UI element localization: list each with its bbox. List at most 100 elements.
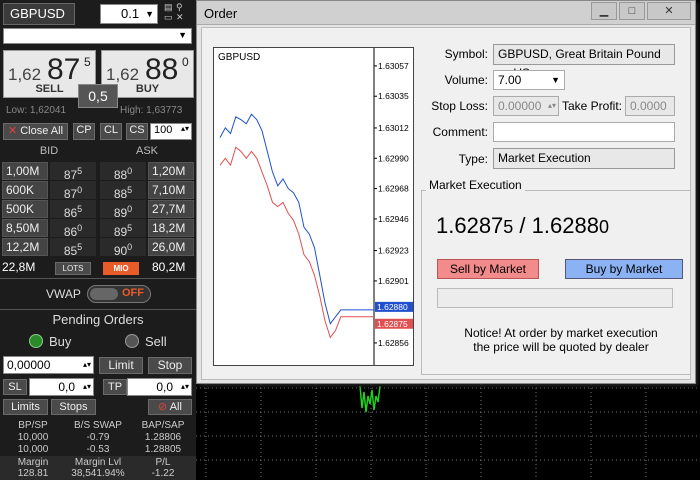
stats-value: 10,000 [17, 444, 49, 455]
bid-price-pip: 5 [77, 242, 83, 252]
bid-volume[interactable]: 500K [2, 200, 48, 218]
stop-button[interactable]: Stop [148, 357, 192, 374]
symbol-selector[interactable]: GBPUSD [3, 3, 75, 25]
ask-price-pip: 0 [127, 166, 133, 176]
stop-loss-input[interactable]: 0.00000 ▴▾ [493, 96, 559, 116]
total-bid-volume: 22,8M [2, 260, 36, 274]
tp-input[interactable]: 0,0 ▴▾ [127, 378, 192, 396]
bid-volume[interactable]: 8,50M [2, 219, 48, 237]
sell-price-pip: 5 [84, 55, 91, 69]
pending-orders-title: Pending Orders [52, 312, 144, 327]
ask-price[interactable]: 880 [100, 162, 146, 182]
notice-line-2: the price will be quoted by dealer [473, 340, 649, 354]
bid-price[interactable]: 855 [50, 238, 96, 258]
mio-button[interactable]: MIO [103, 262, 139, 275]
bid-volume[interactable]: 12,2M [2, 238, 48, 256]
bid-volume[interactable]: 600K [2, 181, 48, 199]
minimize-icon[interactable]: ▁ [591, 2, 617, 20]
comment-label: Comment: [432, 125, 488, 139]
vwap-toggle[interactable]: OFF [87, 285, 151, 303]
tp-button[interactable]: TP [103, 379, 127, 395]
sell-radio[interactable] [125, 334, 139, 348]
stats-value: -0.79 [86, 432, 110, 443]
cs-value-input[interactable]: 100 ▴▾ [150, 123, 192, 140]
sl-input[interactable]: 0,0 ▴▾ [29, 378, 94, 396]
volume-combo[interactable]: 7.00 ▼ [493, 70, 565, 90]
depth-row: 12,2M 855 900 26,0M [0, 238, 196, 258]
toggle-knob [90, 288, 118, 300]
high-price: High: 1,63773 [120, 105, 183, 116]
symbol-combo[interactable]: GBPUSD, Great Britain Pound vs US [493, 44, 675, 80]
stops-button[interactable]: Stops [51, 399, 96, 415]
footer-value: 38,541.94% [71, 468, 125, 479]
volume-value: 7.00 [498, 73, 522, 87]
cl-button[interactable]: CL [100, 123, 122, 140]
ask-volume[interactable]: 18,2M [148, 219, 194, 237]
ask-price-pip: 5 [127, 185, 133, 195]
limit-button[interactable]: Limit [99, 357, 143, 374]
footer-header: P/L [155, 457, 171, 468]
order-dialog: Order ▁ □ ✕ GBPUSD 1.63057 1.63035 1.63012 1… [196, 0, 696, 384]
bid-price-pip: 5 [503, 217, 514, 237]
low-price: Low: 1,62041 [6, 105, 67, 116]
cancel-all-button[interactable]: ⊘ All [148, 399, 192, 415]
ask-volume[interactable]: 7,10M [148, 181, 194, 199]
close-icon[interactable]: ✕ [176, 12, 184, 23]
bid-price[interactable]: 865 [50, 200, 96, 220]
close-all-button[interactable]: ✕ Close All [3, 123, 68, 140]
bid-volume[interactable]: 1,00M [2, 162, 48, 180]
sell-radio-label: Sell [145, 334, 167, 349]
sell-price-prefix: 1,62 [8, 65, 42, 84]
buy-price-prefix: 1,62 [106, 65, 140, 84]
bid-price[interactable]: 875 [50, 162, 96, 182]
cs-button[interactable]: CS [126, 123, 148, 140]
ask-price[interactable]: 890 [100, 200, 146, 220]
ask-price[interactable]: 900 [100, 238, 146, 258]
depth-row: 1,00M 875 880 1,20M [0, 162, 196, 182]
lots-button[interactable]: LOTS [55, 262, 91, 275]
ask-volume[interactable]: 1,20M [148, 162, 194, 180]
type-combo[interactable]: Market Execution [493, 148, 675, 169]
bid-price[interactable]: 870 [50, 181, 96, 201]
sl-button[interactable]: SL [3, 379, 27, 395]
ask-price[interactable]: 895 [100, 219, 146, 239]
ask-volume[interactable]: 26,0M [148, 238, 194, 256]
comment-input[interactable] [493, 122, 675, 142]
total-ask-volume: 80,2M [152, 260, 186, 274]
y-tick-label: 1.62901 [378, 276, 409, 286]
background-tick-series [359, 385, 381, 413]
vwap-label: VWAP [46, 287, 81, 301]
bid-price[interactable]: 860 [50, 219, 96, 239]
dialog-titlebar[interactable]: Order ▁ □ ✕ [197, 1, 695, 25]
stop-loss-label: Stop Loss: [431, 99, 488, 113]
ask-price[interactable]: 885 [100, 181, 146, 201]
bid-price-tag: 1.62875 [377, 319, 408, 329]
ask-volume[interactable]: 27,7M [148, 200, 194, 218]
window-icon[interactable]: ▭ [164, 12, 173, 23]
account-dropdown[interactable]: ▼ [3, 28, 192, 44]
close-icon[interactable]: ✕ [647, 2, 691, 20]
cp-button[interactable]: CP [73, 123, 95, 140]
ask-series-line [219, 113, 346, 325]
pending-price-input[interactable]: 0,00000 ▴▾ [3, 356, 94, 374]
buy-radio[interactable] [29, 334, 43, 348]
ask-price-tag: 1.62880 [377, 302, 408, 312]
y-tick-label: 1.62946 [378, 214, 409, 224]
maximize-icon[interactable]: □ [619, 2, 645, 20]
stepper-icon: ▴▾ [547, 101, 556, 110]
spread-indicator: 0,5 [78, 84, 118, 108]
buy-by-market-button[interactable]: Buy by Market [565, 259, 683, 279]
limits-button[interactable]: Limits [3, 399, 48, 415]
divider [0, 278, 196, 279]
stats-value: 1.28806 [144, 432, 182, 443]
sell-by-market-button[interactable]: Sell by Market [437, 259, 539, 279]
y-tick-label: 1.63012 [378, 123, 409, 133]
y-tick-label: 1.62923 [378, 246, 409, 256]
ask-price-pip: 5 [127, 223, 133, 233]
stepper-icon: ▴▾ [82, 382, 91, 391]
trading-panel: GBPUSD 0.1 ▼ ▤ ⚲ ▭ ✕ ▼ 1,62 87 5 SELL 1,… [0, 0, 196, 480]
lot-size-input[interactable]: 0.1 ▼ [100, 4, 158, 24]
take-profit-input[interactable]: 0.0000 [625, 96, 675, 116]
footer-header: Margin Lvl [74, 457, 122, 468]
cancel-icon: ⊘ [158, 401, 168, 413]
